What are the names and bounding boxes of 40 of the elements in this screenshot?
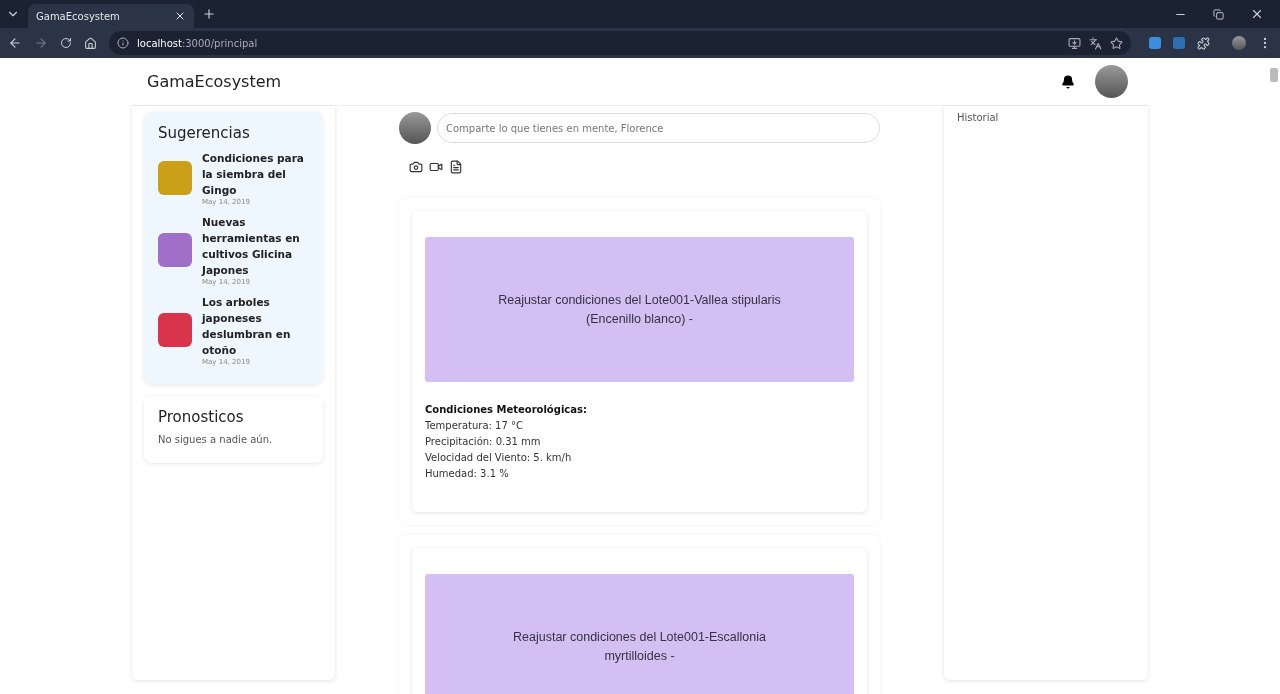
document-icon[interactable] (449, 160, 463, 174)
camera-icon[interactable] (409, 160, 423, 174)
bell-icon[interactable] (1061, 74, 1075, 89)
forward-icon[interactable] (34, 36, 48, 50)
condition-line: Velocidad del Viento: 5. km/h (425, 451, 573, 465)
condition-line: Precipitación: 0.31 mm (425, 435, 542, 449)
scrollbar-thumb[interactable] (1270, 68, 1278, 82)
condition-line: Humedad: 3.1 % (425, 467, 510, 481)
post-banner: Reajustar condiciones del Lote001-Vallea stipularis (Encenillo blanco) - (425, 237, 854, 382)
install-icon[interactable] (1068, 36, 1081, 50)
home-icon[interactable] (84, 36, 97, 50)
card-title: Sugerencias (158, 124, 251, 142)
restore-icon[interactable] (1213, 7, 1224, 21)
suggestion-title[interactable]: Nuevas herramientas en cultivos Glicina Japones (202, 214, 309, 278)
conditions-heading: Condiciones Meteorológicas: (425, 403, 588, 417)
brand-name[interactable]: GamaEcosystem (147, 72, 1061, 91)
condition-line: Temperatura: 17 °C (425, 419, 524, 433)
empty-message: No sigues a nadie aún. (158, 434, 274, 445)
back-icon[interactable] (8, 36, 22, 50)
profile-avatar[interactable] (1232, 36, 1246, 50)
star-icon[interactable] (1110, 36, 1123, 50)
video-icon[interactable] (429, 160, 443, 174)
user-avatar (399, 112, 431, 144)
info-icon[interactable] (117, 37, 129, 49)
translate-icon[interactable] (1089, 36, 1102, 50)
puzzle-icon[interactable] (1197, 36, 1210, 50)
close-icon[interactable] (174, 10, 186, 22)
suggestion-title[interactable]: Condiciones para la siembra del Gingo (202, 150, 309, 198)
post-input[interactable]: Comparte lo que tienes en mente, Florence (437, 113, 880, 143)
address-bar[interactable]: localhost:3000/principal (109, 31, 1131, 55)
suggestion-title[interactable]: Los arboles japoneses deslumbran en otoño (202, 294, 309, 358)
new-tab-icon[interactable] (202, 7, 216, 21)
history-title: Historial (957, 112, 1000, 123)
post-banner: Reajustar condiciones del Lote001-Escallonia myrtilloides - (425, 574, 854, 694)
close-icon[interactable] (1250, 7, 1264, 21)
card-title: Pronosticos (158, 408, 245, 426)
user-avatar[interactable] (1095, 65, 1128, 98)
reload-icon[interactable] (60, 37, 72, 49)
browser-tab[interactable]: GamaEcosystem (28, 4, 194, 28)
extension-icon[interactable] (1149, 37, 1161, 49)
